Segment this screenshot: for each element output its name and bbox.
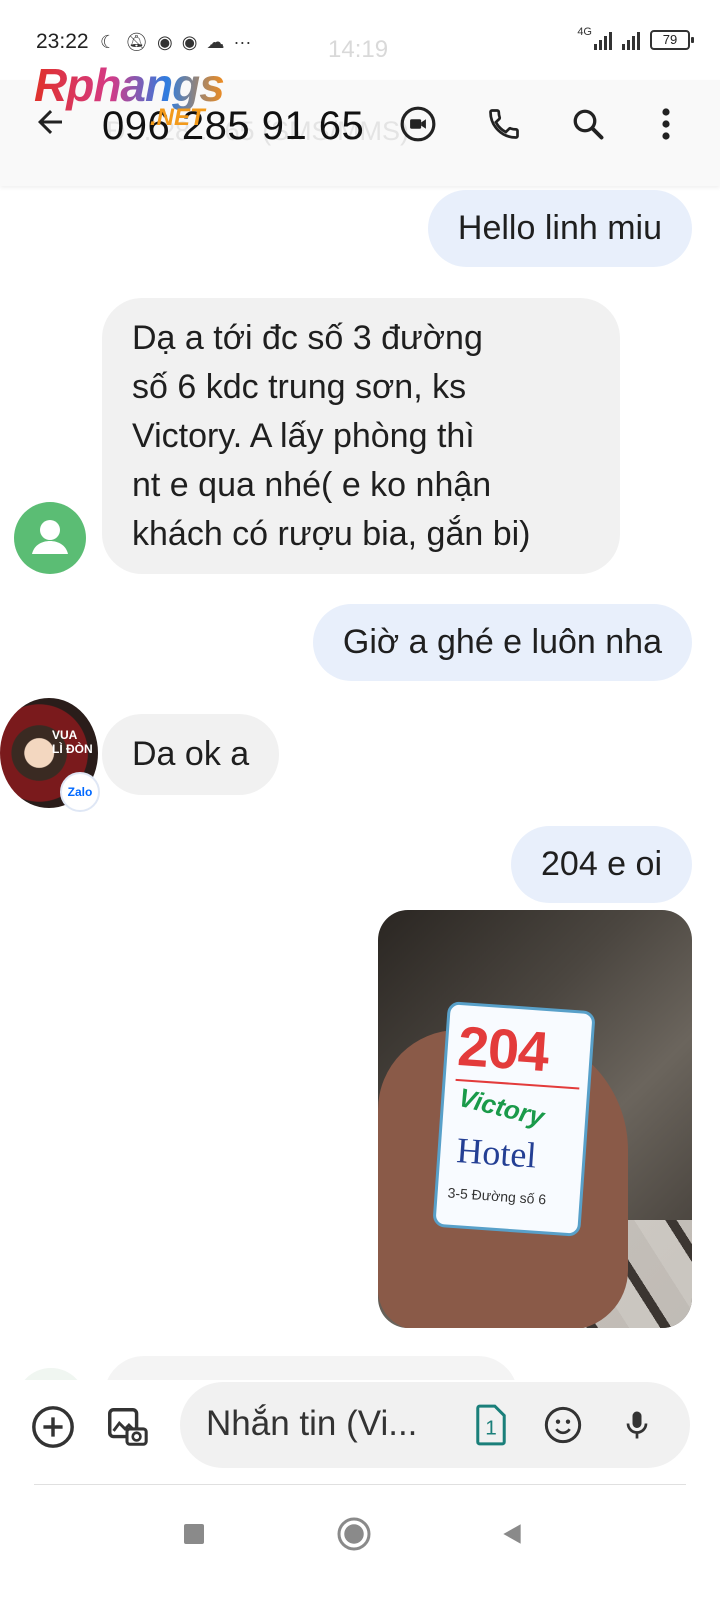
video-call-icon[interactable]: [396, 102, 440, 146]
add-attachment-icon[interactable]: [28, 1402, 78, 1452]
more-options-icon[interactable]: [644, 102, 688, 146]
message-outgoing[interactable]: Hello linh miu: [427, 190, 692, 267]
card-brand: Victory: [455, 1082, 548, 1133]
mute-icon: 🔕︎: [125, 32, 148, 52]
card-address: 3-5 Đường số 6: [447, 1184, 547, 1208]
ghost-time: 14:19: [328, 36, 389, 63]
home-icon[interactable]: [332, 1512, 376, 1556]
message-input-placeholder: Nhắn tin (Vi...: [206, 1404, 418, 1443]
message-outgoing[interactable]: Giờ a ghé e luôn nha: [312, 604, 692, 681]
system-navigation-bar: [0, 1490, 720, 1600]
status-right-icons: 4G 79: [577, 26, 694, 50]
search-icon[interactable]: [566, 102, 610, 146]
compose-bar: Nhắn tin (Vi... 1: [0, 1380, 720, 1480]
svg-text:1: 1: [485, 1416, 497, 1439]
messenger-icon: ◉: [157, 32, 173, 52]
hotel-key-card: 204 Victory Hotel 3-5 Đường số 6: [432, 1001, 596, 1237]
signal-icon-2: [622, 30, 640, 50]
messenger-icon-2: ◉: [181, 32, 198, 52]
card-hotel: Hotel: [455, 1130, 538, 1176]
microphone-icon[interactable]: [612, 1400, 662, 1450]
message-input[interactable]: Nhắn tin (Vi... 1: [180, 1382, 690, 1468]
watermark-logo-suffix: .NET: [150, 104, 205, 131]
avatar-overlay-text: VUA LÌ ĐÒN: [52, 728, 93, 756]
message-outgoing[interactable]: 204 e oi: [511, 826, 692, 903]
sim-selector-icon[interactable]: 1: [466, 1400, 516, 1450]
card-room-number: 204: [455, 1013, 551, 1084]
battery-icon: 79: [650, 30, 694, 50]
status-time: 23:22: [36, 30, 89, 53]
recent-apps-icon[interactable]: [172, 1512, 216, 1556]
signal-icon: [594, 30, 612, 50]
emoji-icon[interactable]: [538, 1400, 588, 1450]
message-incoming[interactable]: Dạ a tới đc số 3 đường số 6 kdc trung sơ…: [102, 298, 620, 574]
network-type: 4G: [577, 26, 592, 38]
compose-divider: [34, 1484, 686, 1485]
more-notifications-icon: ···: [233, 32, 252, 52]
zalo-badge: Zalo: [60, 772, 100, 812]
message-image-attachment[interactable]: 204 Victory Hotel 3-5 Đường số 6: [378, 910, 692, 1328]
status-notification-icons: ☾ 🔕︎ ◉ ◉ ☁ ···: [100, 30, 251, 54]
contact-avatar[interactable]: [14, 502, 86, 574]
back-nav-icon[interactable]: [490, 1512, 534, 1556]
moon-icon: ☾: [100, 32, 117, 52]
message-incoming[interactable]: Da ok a: [102, 714, 280, 795]
phone-call-icon[interactable]: [482, 102, 526, 146]
gallery-icon[interactable]: [102, 1402, 152, 1452]
cloud-icon: ☁: [206, 32, 225, 52]
